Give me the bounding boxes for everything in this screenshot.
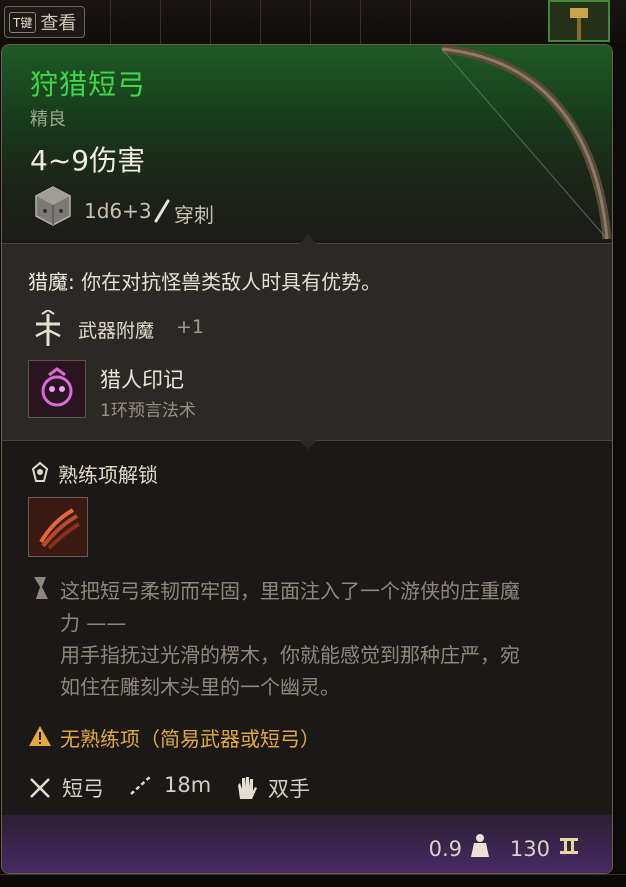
hotbar-slot[interactable] xyxy=(310,0,351,46)
passive-name: 猎魔: xyxy=(28,270,75,294)
property-handedness[interactable]: 双手 xyxy=(234,773,310,803)
spell-level: 1环预言法术 xyxy=(100,401,196,421)
hotbar-slot[interactable] xyxy=(110,0,151,46)
property-range[interactable]: 18m xyxy=(128,773,211,797)
flavor-icon xyxy=(34,577,48,599)
damage-type: 穿刺 xyxy=(174,203,214,227)
range-icon xyxy=(130,775,152,795)
bow-icon xyxy=(441,45,612,240)
proficiency-warning: 无熟练项（简易武器或短弓） xyxy=(60,727,320,751)
flavor-text: 这把短弓柔韧而牢固，里面注入了一个游侠的庄重魔 力 —— 用手指抚过光滑的楞木，… xyxy=(60,575,590,703)
flavor-line: 这把短弓柔韧而牢固，里面注入了一个游侠的庄重魔 xyxy=(60,579,520,603)
warning-icon xyxy=(29,726,51,746)
item-weight: 0.9 xyxy=(428,837,462,861)
item-tooltip: 狩猎短弓 精良 4~9伤害 1d6+3 穿刺 猎魔: 你在对抗怪兽类敌人时具有优… xyxy=(1,44,613,874)
divider-notch xyxy=(299,432,317,450)
passive-text: 你在对抗怪兽类敌人时具有优势。 xyxy=(74,270,382,294)
flavor-line: 力 —— xyxy=(60,611,127,635)
hand-icon xyxy=(238,777,257,799)
proficiency-title: 熟练项解锁 xyxy=(58,463,158,487)
enchant-icon xyxy=(35,310,61,346)
top-bar: T键 查看 xyxy=(0,0,626,46)
hunters-mark-icon[interactable] xyxy=(28,360,86,418)
key-badge: T键 xyxy=(9,11,37,33)
item-name: 狩猎短弓 xyxy=(30,68,147,101)
weapon-properties: 短弓 18m 双手 xyxy=(28,773,588,807)
enchant-label: 武器附魔 xyxy=(78,320,155,342)
item-rarity: 精良 xyxy=(30,109,66,130)
bottom-ornament xyxy=(0,874,626,887)
hotbar-slot[interactable] xyxy=(210,0,251,46)
shortbow-icon xyxy=(30,778,50,798)
passive-effect[interactable]: 猎魔: 你在对抗怪兽类敌人时具有优势。 xyxy=(28,266,381,295)
effects-section: 猎魔: 你在对抗怪兽类敌人时具有优势。 武器附魔 +1 猎人印记 1环预言法术 xyxy=(2,234,612,450)
hotbar-slot[interactable] xyxy=(260,0,301,46)
dice-icon xyxy=(35,186,71,226)
flavor-line: 如住在雕刻木头里的一个幽灵。 xyxy=(60,675,340,699)
action-icon[interactable] xyxy=(28,497,88,557)
tooltip-footer: 0.9 130 xyxy=(2,815,612,873)
item-damage: 4~9伤害 xyxy=(30,144,146,177)
flavor-line: 用手指抚过光滑的楞木，你就能感觉到那种庄严，宛 xyxy=(60,643,520,667)
property-label: 短弓 xyxy=(62,777,104,801)
item-value: 130 xyxy=(509,837,550,861)
examine-label: 查看 xyxy=(40,13,77,34)
weight-icon xyxy=(471,834,489,857)
hotbar-slot[interactable] xyxy=(410,0,451,46)
hotbar-slot[interactable] xyxy=(160,0,201,46)
examine-key-hint[interactable]: T键 查看 xyxy=(4,6,86,38)
spell-name: 猎人印记 xyxy=(100,368,184,392)
enchant-value: +1 xyxy=(176,316,205,338)
pierce-icon xyxy=(154,199,170,223)
equipped-weapon-slot[interactable] xyxy=(548,0,610,42)
property-weapon-type[interactable]: 短弓 xyxy=(28,773,104,803)
tooltip-header: 狩猎短弓 精良 4~9伤害 1d6+3 穿刺 xyxy=(2,45,612,245)
proficiency-icon xyxy=(31,461,49,482)
property-label: 18m xyxy=(164,773,212,797)
hotbar-slot[interactable] xyxy=(360,0,401,46)
damage-formula: 1d6+3 xyxy=(84,199,152,223)
gold-icon xyxy=(560,838,578,854)
property-label: 双手 xyxy=(268,777,310,801)
